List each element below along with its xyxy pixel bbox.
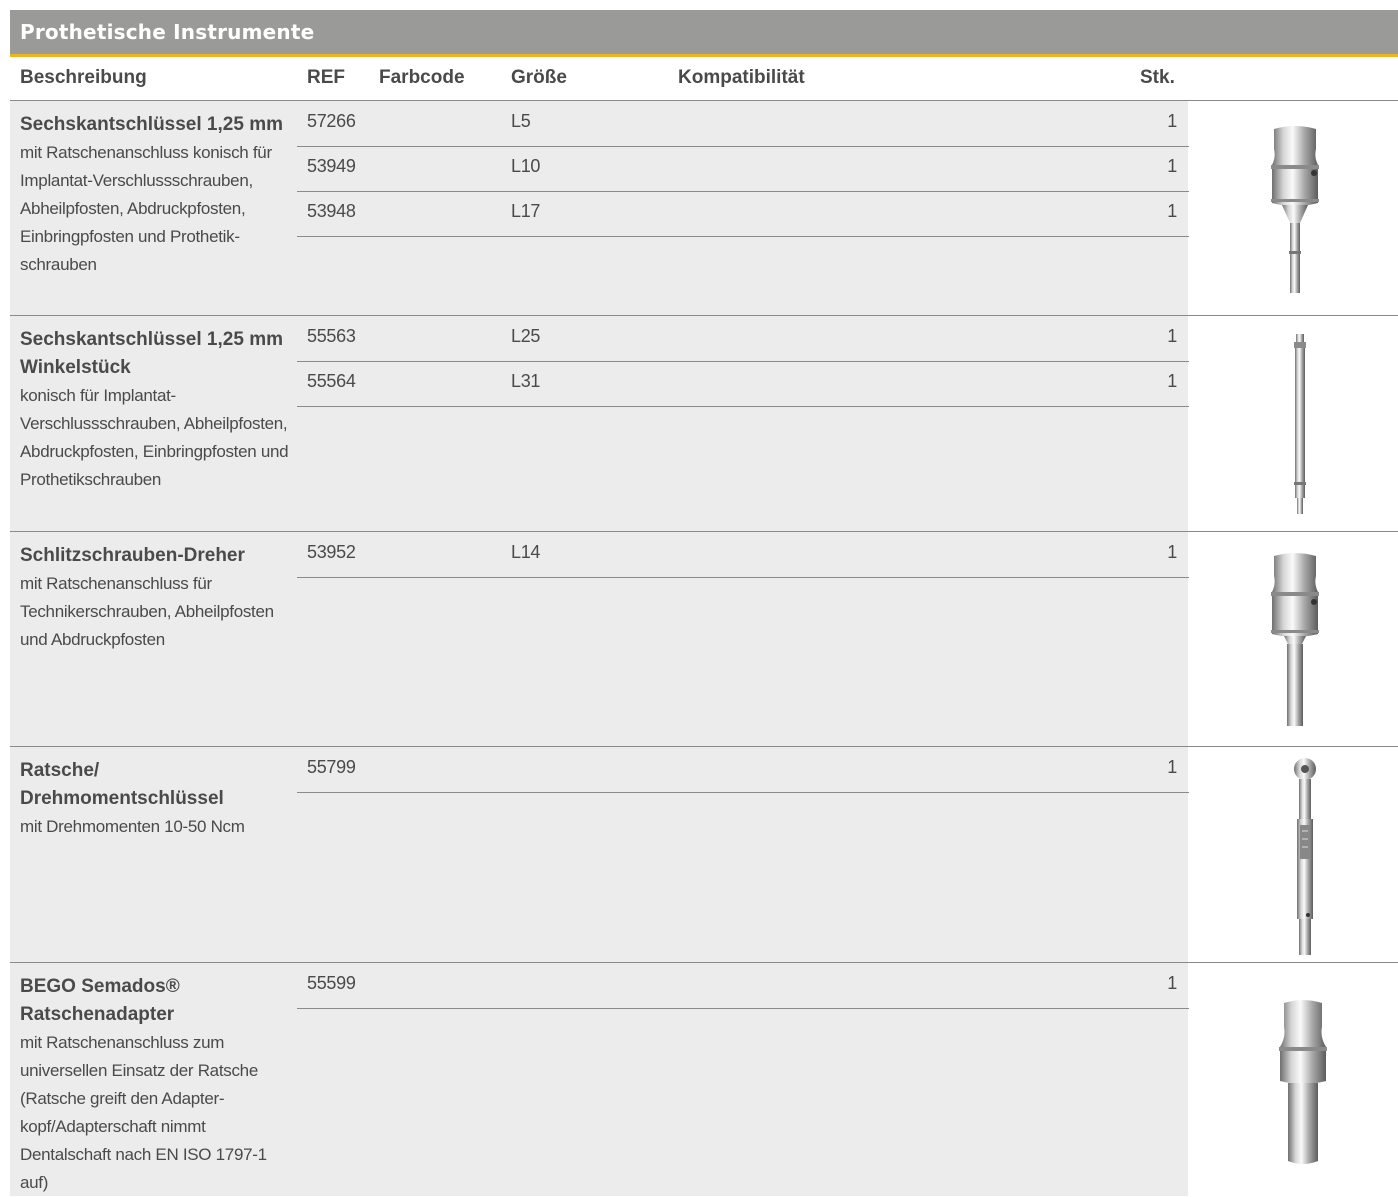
table-header: Beschreibung REF Farbcode Größe Kompatib…: [10, 57, 1398, 101]
torque-wrench-image: [1294, 758, 1316, 955]
product-section: Ratsche/ Drehmomentschlüssel mit Drehmom…: [10, 747, 1398, 963]
product-text: mit Ratschenanschluss für Technikerschra…: [20, 574, 274, 649]
table-row: 55563 L25 1: [297, 316, 1189, 362]
ratchet-adapter-image: [1279, 1000, 1327, 1164]
hex-driver-ratchet-image: [1271, 126, 1319, 293]
product-text: konisch für Implantat-Verschlussschraube…: [20, 386, 289, 489]
product-name: Ratsche/ Drehmomentschlüssel: [20, 760, 224, 809]
product-description: Sechskantschlüssel 1,25 mm Winkelstück k…: [20, 326, 290, 494]
product-section: Sechskantschlüssel 1,25 mm mit Ratschena…: [10, 101, 1398, 316]
hex-driver-handpiece-image: [1294, 334, 1306, 514]
ref-cell: 55599: [307, 973, 356, 993]
qty-cell: 1: [1167, 757, 1177, 777]
product-section: BEGO Semados® Ratschenadapter mit Ratsch…: [10, 963, 1398, 1196]
col-stk: Stk.: [1140, 67, 1175, 88]
ref-cell: 55564: [307, 371, 356, 391]
size-cell: L14: [511, 542, 541, 562]
product-text: mit Ratschenanschluss konisch für Implan…: [20, 143, 272, 274]
page-title: Prothetische Instrumente: [20, 20, 315, 44]
table-row: 53948 L17 1: [297, 191, 1189, 237]
ref-cell: 55799: [307, 757, 356, 777]
product-description: Sechskantschlüssel 1,25 mm mit Ratschena…: [20, 111, 290, 279]
table-row: 55799 1: [297, 747, 1189, 793]
ref-cell: 55563: [307, 326, 356, 346]
product-name: Schlitzschrauben-Dreher: [20, 545, 245, 566]
product-description: Ratsche/ Drehmomentschlüssel mit Drehmom…: [20, 757, 290, 841]
qty-cell: 1: [1167, 542, 1177, 562]
col-kompatibilitaet: Kompatibilität: [678, 67, 805, 88]
ref-cell: 53952: [307, 542, 356, 562]
product-text: mit Drehmomenten 10-50 Ncm: [20, 817, 245, 836]
ref-cell: 57266: [307, 111, 356, 131]
product-description: Schlitzschrauben-Dreher mit Ratschenansc…: [20, 542, 290, 654]
qty-cell: 1: [1167, 156, 1177, 176]
size-cell: L5: [511, 111, 531, 131]
table-row: 55564 L31 1: [297, 361, 1189, 407]
product-text: mit Ratschenanschluss zum universellen E…: [20, 1033, 267, 1192]
col-groesse: Größe: [511, 67, 567, 88]
product-section: Schlitzschrauben-Dreher mit Ratschenansc…: [10, 532, 1398, 747]
table-row: 55599 1: [297, 963, 1189, 1009]
ref-cell: 53948: [307, 201, 356, 221]
product-name: BEGO Semados® Ratschenadapter: [20, 976, 180, 1025]
col-beschreibung: Beschreibung: [20, 67, 147, 88]
size-cell: L17: [511, 201, 541, 221]
table-row: 53952 L14 1: [297, 532, 1189, 578]
title-bar: Prothetische Instrumente: [10, 10, 1398, 57]
slot-screwdriver-image: [1271, 553, 1319, 726]
size-cell: L31: [511, 371, 541, 391]
product-name: Sechskantschlüssel 1,25 mm: [20, 114, 283, 135]
qty-cell: 1: [1167, 973, 1177, 993]
size-cell: L10: [511, 156, 541, 176]
qty-cell: 1: [1167, 111, 1177, 131]
table-row: 57266 L5 1: [297, 101, 1189, 147]
qty-cell: 1: [1167, 371, 1177, 391]
product-name: Sechskantschlüssel 1,25 mm Winkelstück: [20, 329, 283, 378]
ref-cell: 53949: [307, 156, 356, 176]
qty-cell: 1: [1167, 326, 1177, 346]
col-ref: REF: [307, 67, 345, 88]
product-section: Sechskantschlüssel 1,25 mm Winkelstück k…: [10, 316, 1398, 532]
col-farbcode: Farbcode: [379, 67, 465, 88]
qty-cell: 1: [1167, 201, 1177, 221]
product-description: BEGO Semados® Ratschenadapter mit Ratsch…: [20, 973, 290, 1197]
size-cell: L25: [511, 326, 541, 346]
table-row: 53949 L10 1: [297, 146, 1189, 192]
